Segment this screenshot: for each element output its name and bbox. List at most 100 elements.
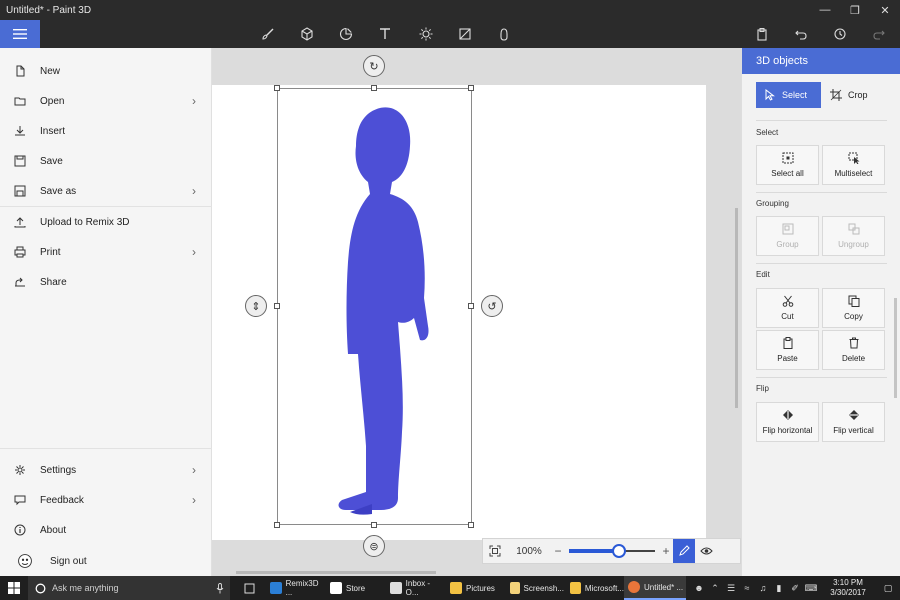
resize-handle[interactable] (468, 522, 474, 528)
menu-item-about[interactable]: About (0, 515, 212, 545)
menu-item-label: Print (40, 246, 61, 258)
panel-title: 3D objects (756, 55, 808, 67)
undo-button[interactable] (789, 24, 813, 44)
rotate-y-control[interactable]: ⇕ (245, 295, 267, 317)
panel-divider (756, 377, 887, 378)
zoom-out-button[interactable]: − (551, 544, 565, 558)
zoom-slider[interactable] (569, 544, 655, 558)
undo-icon (795, 30, 807, 40)
resize-handle[interactable] (468, 303, 474, 309)
multiselect-icon (848, 152, 859, 164)
rotate-z-control[interactable]: ↻ (363, 55, 385, 77)
drawing-mode-button[interactable] (673, 539, 695, 563)
pen-tray-icon[interactable]: ✐ (788, 576, 802, 600)
start-button[interactable] (0, 576, 28, 600)
effects-tool[interactable] (414, 24, 438, 44)
zoom-slider-thumb[interactable] (612, 544, 626, 558)
menu-button[interactable] (0, 20, 40, 48)
depth-control[interactable]: ⊜ (363, 535, 385, 557)
menu-item-print[interactable]: Print › (0, 237, 212, 267)
flip-horizontal-icon (782, 410, 793, 420)
taskbar-app-pictures[interactable]: Pictures (446, 576, 504, 600)
section-heading-flip: Flip (756, 384, 769, 393)
keyboard-icon[interactable]: ⌨ (804, 576, 818, 600)
menu-item-open[interactable]: Open › (0, 86, 212, 116)
select-mode-button[interactable]: Select (756, 82, 821, 108)
select-all-button[interactable]: Select all (756, 145, 819, 185)
resize-handle[interactable] (468, 85, 474, 91)
cut-button[interactable]: Cut (756, 288, 819, 328)
resize-handle[interactable] (274, 303, 280, 309)
ungroup-icon (848, 223, 859, 235)
taskbar-search[interactable]: Ask me anything (28, 576, 230, 600)
taskbar-app-store[interactable]: Store (326, 576, 384, 600)
redo-button[interactable] (867, 24, 891, 44)
taskbar-app-screenshots[interactable]: Screensh... (506, 576, 564, 600)
edge-icon (270, 582, 282, 594)
canvas-tool[interactable] (453, 24, 477, 44)
rotate-x-control[interactable]: ↺ (481, 295, 503, 317)
3d-objects-tool[interactable] (295, 24, 319, 44)
folder-icon (570, 582, 581, 594)
ungroup-button[interactable]: Ungroup (822, 216, 885, 256)
panel-scrollbar[interactable] (894, 298, 897, 398)
taskbar-app-mail[interactable]: Inbox - O... (386, 576, 444, 600)
zoom-in-button[interactable]: + (659, 544, 673, 558)
fit-to-screen-button[interactable] (483, 545, 507, 557)
battery-icon[interactable]: ▮ (772, 576, 786, 600)
taskbar-app-paint3d[interactable]: Untitled* ... (624, 576, 686, 600)
menu-item-save[interactable]: Save (0, 146, 212, 176)
eye-icon (699, 547, 713, 555)
copy-icon (848, 295, 859, 307)
paste-button[interactable]: Paste (756, 330, 819, 370)
store-icon (330, 582, 342, 594)
wifi-icon[interactable]: ≈ (740, 576, 754, 600)
view-3d-button[interactable] (695, 539, 717, 563)
task-view-button[interactable] (238, 576, 260, 600)
brush-tool[interactable] (256, 24, 280, 44)
menu-item-settings[interactable]: Settings › (0, 455, 212, 485)
taskbar-app-remix3d[interactable]: Remix3D ... (266, 576, 326, 600)
share-icon (15, 277, 25, 287)
flip-vertical-button[interactable]: Flip vertical (822, 402, 885, 442)
menu-item-feedback[interactable]: Feedback › (0, 485, 212, 515)
resize-handle[interactable] (371, 85, 377, 91)
multiselect-button[interactable]: Multiselect (822, 145, 885, 185)
menu-item-new[interactable]: New (0, 56, 212, 86)
horizontal-scrollbar[interactable] (236, 571, 436, 574)
remix-3d-tool[interactable] (492, 24, 516, 44)
paste-icon (783, 337, 792, 349)
stickers-tool[interactable] (334, 24, 358, 44)
microphone-icon[interactable] (216, 583, 224, 596)
delete-button[interactable]: Delete (822, 330, 885, 370)
history-button[interactable] (828, 24, 852, 44)
menu-item-upload[interactable]: Upload to Remix 3D (0, 207, 212, 237)
maximize-button[interactable]: ❐ (840, 0, 870, 20)
menu-item-sign-out[interactable]: Sign out (0, 546, 212, 576)
menu-item-label: Share (40, 276, 67, 288)
crop-mode-button[interactable]: Crop (826, 82, 888, 108)
volume-icon[interactable]: ♫ (756, 576, 770, 600)
flip-horizontal-button[interactable]: Flip horizontal (756, 402, 819, 442)
menu-item-share[interactable]: Share (0, 267, 212, 297)
resize-handle[interactable] (274, 85, 280, 91)
vertical-scrollbar[interactable] (735, 208, 738, 408)
close-button[interactable]: ✕ (870, 0, 900, 20)
crop-mode-label: Crop (848, 90, 868, 100)
minimize-button[interactable]: — (810, 0, 840, 20)
taskbar-app-microsoft[interactable]: Microsoft... (566, 576, 624, 600)
menu-item-save-as[interactable]: Save as › (0, 176, 212, 206)
people-icon[interactable]: ☻ (692, 576, 706, 600)
action-center-icon[interactable]: ▢ (880, 576, 896, 600)
system-clock[interactable]: 3:10 PM 3/30/2017 (820, 578, 876, 598)
copy-button[interactable]: Copy (822, 288, 885, 328)
network-icon[interactable]: ☰ (724, 576, 738, 600)
group-button[interactable]: Group (756, 216, 819, 256)
resize-handle[interactable] (371, 522, 377, 528)
menu-item-insert[interactable]: Insert (0, 116, 212, 146)
canvas-icon (459, 28, 471, 40)
resize-handle[interactable] (274, 522, 280, 528)
paste-toolbar-button[interactable] (750, 24, 774, 44)
text-tool[interactable] (373, 24, 397, 44)
tray-overflow-icon[interactable]: ⌃ (708, 576, 722, 600)
